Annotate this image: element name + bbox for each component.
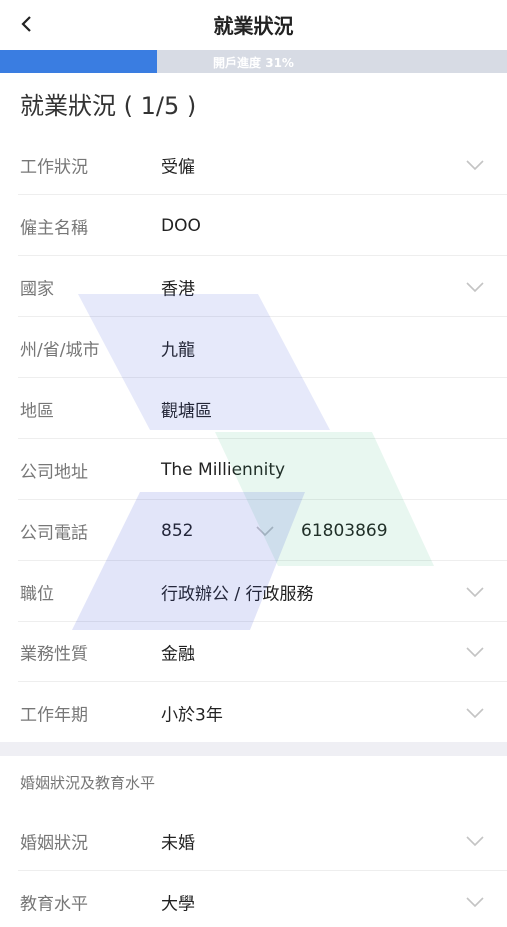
header-bar: 就業狀況 xyxy=(0,0,507,50)
field-row-employment-status[interactable]: 工作狀況 受僱 xyxy=(0,134,507,195)
chevron-down-icon[interactable] xyxy=(255,524,275,538)
country-value[interactable]: 香港 xyxy=(161,274,195,299)
field-row-position[interactable]: 職位 行政辦公 / 行政服務 xyxy=(0,561,507,622)
education-level-value[interactable]: 大學 xyxy=(161,889,195,914)
chevron-down-icon[interactable] xyxy=(465,280,485,294)
chevron-down-icon[interactable] xyxy=(465,834,485,848)
field-label: 工作狀況 xyxy=(20,157,88,177)
field-row-district[interactable]: 地區 觀塘區 xyxy=(0,378,507,439)
field-row-marital-status[interactable]: 婚姻狀況 未婚 xyxy=(0,810,507,871)
years-employed-value[interactable]: 小於3年 xyxy=(161,700,223,725)
phone-number-input[interactable]: 61803869 xyxy=(301,521,388,541)
progress-text: 開戶進度 31% xyxy=(213,56,294,70)
district-input[interactable]: 觀塘區 xyxy=(161,396,212,421)
field-row-country[interactable]: 國家 香港 xyxy=(0,256,507,317)
field-label: 公司地址 xyxy=(20,462,88,482)
field-row-employer-name[interactable]: 僱主名稱 DOO xyxy=(0,195,507,256)
employer-name-input[interactable]: DOO xyxy=(161,216,201,236)
field-label: 業務性質 xyxy=(20,644,88,664)
field-label: 職位 xyxy=(20,584,54,604)
chevron-down-icon[interactable] xyxy=(465,895,485,909)
field-row-years-employed[interactable]: 工作年期 小於3年 xyxy=(0,682,507,743)
field-label: 州/省/城市 xyxy=(20,340,100,360)
marital-section-title: 婚姻狀況及教育水平 xyxy=(20,774,156,792)
city-input[interactable]: 九龍 xyxy=(161,335,195,360)
field-row-company-address[interactable]: 公司地址 The Milliennity xyxy=(0,439,507,500)
field-label: 工作年期 xyxy=(20,705,88,725)
business-nature-value[interactable]: 金融 xyxy=(161,639,195,664)
chevron-down-icon[interactable] xyxy=(465,706,485,720)
company-address-input[interactable]: The Milliennity xyxy=(161,460,285,480)
section-title: 就業狀況 ( 1/5 ) xyxy=(20,92,197,120)
field-label: 教育水平 xyxy=(20,894,88,914)
field-row-business-nature[interactable]: 業務性質 金融 xyxy=(0,621,507,682)
field-label: 婚姻狀況 xyxy=(20,833,88,853)
page-title: 就業狀況 xyxy=(213,14,294,38)
field-row-city[interactable]: 州/省/城市 九龍 xyxy=(0,317,507,378)
field-row-education-level[interactable]: 教育水平 大學 xyxy=(0,871,507,927)
section-divider xyxy=(0,742,507,756)
field-label: 地區 xyxy=(20,401,54,421)
employment-status-value[interactable]: 受僱 xyxy=(161,152,195,177)
field-label: 公司電話 xyxy=(20,523,88,543)
field-label: 僱主名稱 xyxy=(20,218,88,238)
chevron-down-icon[interactable] xyxy=(465,645,485,659)
phone-country-code[interactable]: 852 xyxy=(161,521,193,541)
marital-status-value[interactable]: 未婚 xyxy=(161,828,195,853)
field-label: 國家 xyxy=(20,279,54,299)
progress-bar: 開戶進度 31% xyxy=(0,50,507,73)
chevron-down-icon[interactable] xyxy=(465,585,485,599)
field-row-company-phone[interactable]: 公司電話 852 61803869 xyxy=(0,500,507,561)
chevron-down-icon[interactable] xyxy=(465,158,485,172)
position-value[interactable]: 行政辦公 / 行政服務 xyxy=(161,579,314,604)
